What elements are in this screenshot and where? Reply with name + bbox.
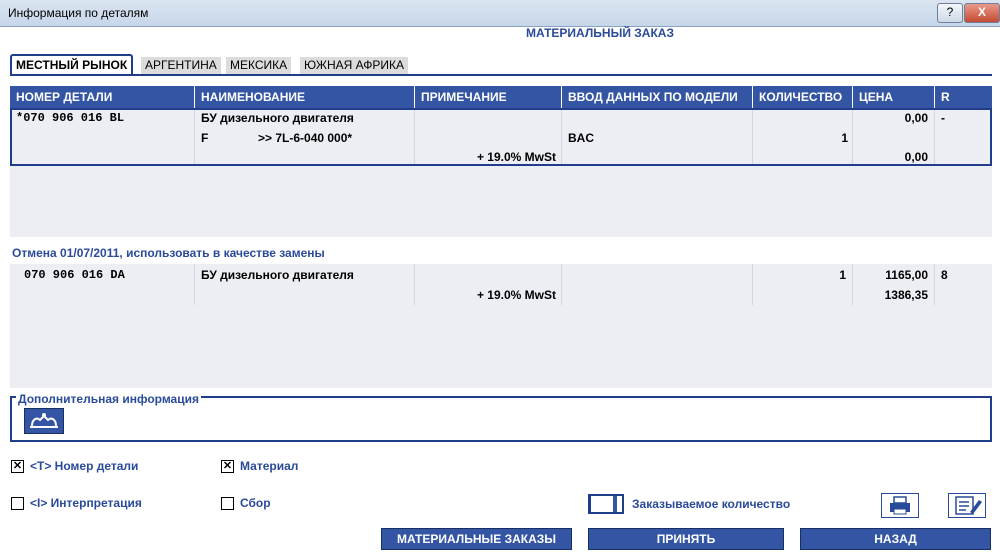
col-r[interactable]: R [935, 86, 992, 108]
edit-document-icon[interactable] [948, 493, 986, 518]
order-quantity-label: Заказываемое количество [632, 497, 791, 511]
r-value: 8 [941, 268, 948, 282]
tab-mexico[interactable]: МЕКСИКА [226, 57, 292, 74]
part-reference[interactable]: >> 7L-6-040 000* [258, 131, 352, 145]
price-value: 0,00 [904, 111, 928, 125]
part-name: БУ дизельного двигателя [201, 111, 354, 125]
tab-underline [10, 74, 992, 76]
column-divider [194, 110, 195, 164]
empty-panel [10, 305, 992, 388]
page-title: МАТЕРИАЛЬНЫЙ ЗАКАЗ [526, 26, 674, 40]
assembly-checkbox[interactable] [221, 497, 234, 510]
title-bar [0, 0, 1000, 27]
quantity-value: 1 [841, 131, 848, 145]
accept-button[interactable]: ПРИНЯТЬ [588, 528, 784, 550]
part-name: БУ дизельного двигателя [201, 268, 354, 282]
column-divider [934, 264, 935, 305]
material-checkbox[interactable]: ✕ [221, 460, 234, 473]
material-checkbox-label[interactable]: Материал [240, 459, 298, 473]
window-title: Информация по деталям [8, 6, 149, 20]
back-button[interactable]: НАЗАД [800, 528, 991, 550]
col-quantity[interactable]: КОЛИЧЕСТВО [753, 86, 853, 108]
assembly-checkbox-label[interactable]: Сбор [240, 496, 271, 510]
close-button[interactable]: X [964, 3, 1000, 23]
col-note[interactable]: ПРИМЕЧАНИЕ [415, 86, 562, 108]
tab-south-africa[interactable]: ЮЖНАЯ АФРИКА [300, 57, 408, 74]
tax-note: + 19.0% MwSt [476, 150, 556, 164]
col-model-entry[interactable]: ВВОД ДАННЫХ ПО МОДЕЛИ [562, 86, 753, 108]
col-part-number[interactable]: НОМЕР ДЕТАЛИ [10, 86, 195, 108]
tab-argentina[interactable]: АРГЕНТИНА [141, 57, 221, 74]
tax-note: + 19.0% MwSt [476, 288, 556, 302]
help-button[interactable]: ? [937, 3, 963, 23]
engine-icon[interactable] [24, 408, 64, 434]
col-price[interactable]: ЦЕНА [853, 86, 935, 108]
interpretation-checkbox-label[interactable]: <I> Интерпретация [30, 496, 142, 510]
replacement-note: Отмена 01/07/2011, использовать в качест… [12, 246, 325, 260]
additional-info-label: Дополнительная информация [16, 392, 201, 406]
price-value: 1165,00 [885, 268, 928, 282]
part-number[interactable]: *070 906 016 BL [16, 111, 124, 125]
column-divider [561, 110, 562, 164]
part-number-checkbox[interactable]: ✕ [11, 460, 24, 473]
column-divider [194, 264, 195, 305]
quantity-value: 1 [839, 268, 846, 282]
part-number-checkbox-label[interactable]: <T> Номер детали [30, 459, 138, 473]
empty-panel [10, 166, 992, 237]
price-with-tax: 0,00 [904, 150, 928, 164]
part-variant: F [201, 131, 209, 145]
col-name[interactable]: НАИМЕНОВАНИЕ [195, 86, 415, 108]
model-entry: BAC [568, 131, 594, 145]
interpretation-checkbox[interactable] [11, 497, 24, 510]
part-number[interactable]: 070 906 016 DA [24, 268, 125, 282]
column-divider [561, 264, 562, 305]
order-quantity-input[interactable] [588, 494, 624, 514]
spinner-icon[interactable] [613, 496, 617, 512]
tab-local-market[interactable]: МЕСТНЫЙ РЫНОК [10, 54, 134, 75]
r-value: - [941, 111, 945, 125]
printer-icon[interactable] [881, 493, 919, 518]
column-divider [934, 110, 935, 164]
material-orders-button[interactable]: МАТЕРИАЛЬНЫЕ ЗАКАЗЫ [381, 528, 572, 550]
price-with-tax: 1386,35 [884, 288, 928, 302]
